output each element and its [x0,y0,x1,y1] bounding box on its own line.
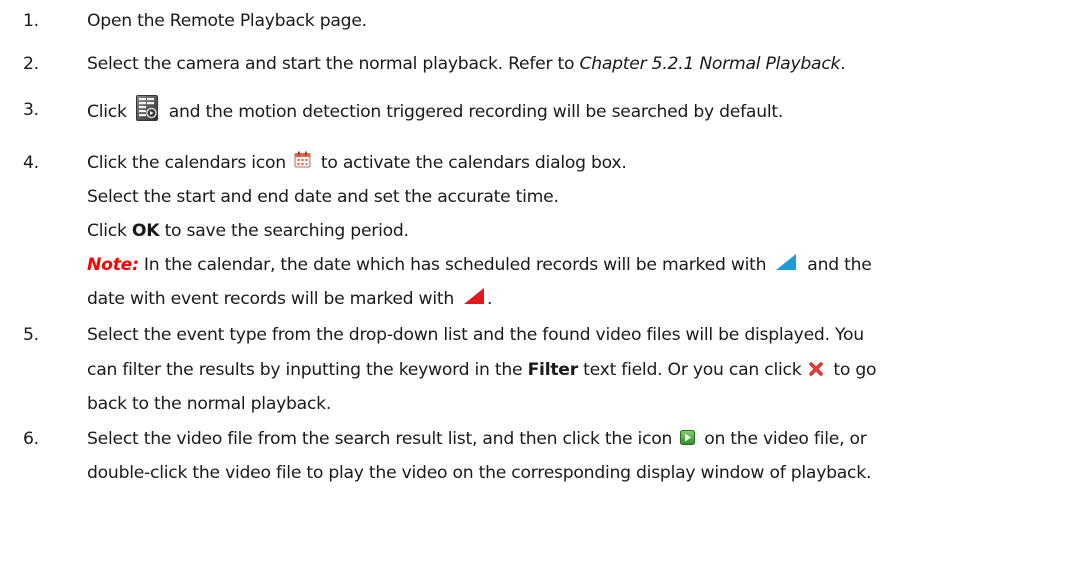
step-text: Click and the motion detection triggered… [87,95,784,125]
step-text-part: to activate the calendars dialog box. [320,153,627,173]
step-text-part: text field. Or you can click [577,360,802,380]
note-label: Note: [87,255,139,275]
step-4-note-line-2: date with event records will be marked w… [87,287,493,310]
event-record-marker-icon [463,287,485,305]
step-text: Open the Remote Playback page. [87,11,367,31]
step-text-part: Select the camera and start the normal p… [87,54,580,74]
note-text: . [487,289,493,309]
note-text: In the calendar, the date which has sche… [138,255,767,275]
step-number: 5. [23,325,39,345]
step-text-part: Click the calendars icon [87,153,286,173]
calendar-icon [294,151,311,168]
scheduled-record-marker-icon [775,253,797,271]
step-5-line-2: can filter the results by inputting the … [87,359,877,381]
close-icon [809,360,824,376]
step-text-part: and the motion detection triggered recor… [168,102,784,122]
step-number: 6. [23,429,39,449]
step-text: Select the event type from the drop-down… [87,325,864,345]
step-4-line-3: Click OK to save the searching period. [87,220,409,242]
step-text-part: to save the searching period. [159,221,409,241]
step-5-line-3: back to the normal playback. [87,394,332,414]
step-text-part: . [840,54,846,74]
step-number: 4. [23,153,39,173]
step-text-part: on the video file, or [704,429,867,449]
step-text-part: can filter the results by inputting the … [87,360,528,380]
step-number: 2. [23,54,39,74]
ok-label: OK [131,221,160,241]
step-text-part: Click [87,221,132,241]
step-4-note: Note: In the calendar, the date which ha… [87,254,872,276]
filter-label: Filter [527,360,579,380]
step-text-part: Select the video file from the search re… [87,429,673,449]
step-text: Select the camera and start the normal p… [87,53,846,75]
step-4-line-2: Select the start and end date and set th… [87,187,559,207]
play-icon [680,429,696,445]
step-6-line-2: double-click the video file to play the … [87,463,872,483]
step-number: 3. [23,100,39,120]
step-text-part: Click [87,102,127,122]
note-text: and the [807,255,872,275]
step-text-part: to go [833,360,877,380]
chapter-reference: Chapter 5.2.1 Normal Playback [579,54,841,74]
note-text: date with event records will be marked w… [87,289,455,309]
search-record-icon [135,95,158,121]
step-text: Select the video file from the search re… [87,428,867,450]
step-text: Click the calendars icon to activate the… [87,151,627,174]
step-number: 1. [23,11,39,31]
